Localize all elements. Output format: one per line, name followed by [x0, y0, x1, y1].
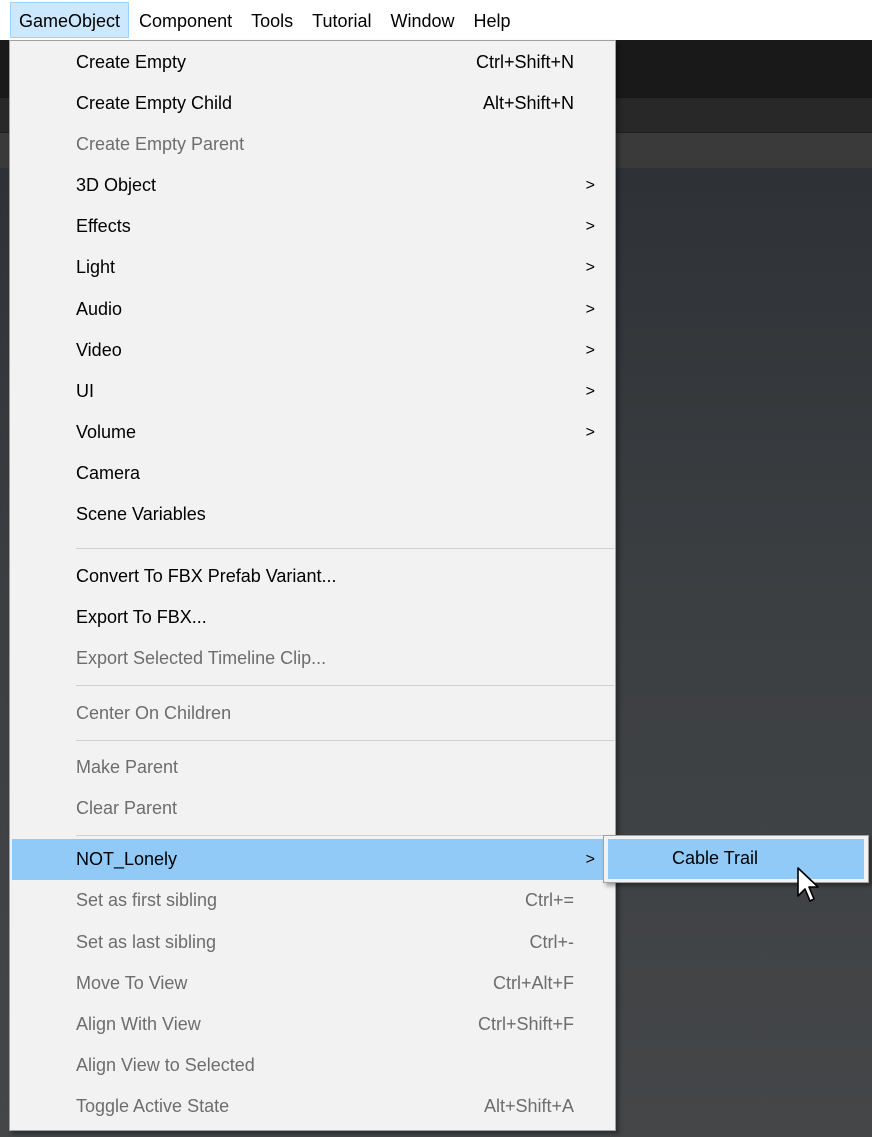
menu-item-scene-variables[interactable]: Scene Variables — [12, 494, 613, 535]
menu-item-not-lonely[interactable]: NOT_Lonely > — [12, 839, 613, 880]
menu-item-label: Align View to Selected — [76, 1055, 255, 1075]
menu-item-label: Move To View — [76, 973, 188, 993]
menu-item-label: Camera — [76, 463, 141, 483]
menu-item-light[interactable]: Light > — [12, 247, 613, 288]
menu-item-label: Export To FBX... — [76, 607, 207, 627]
menu-item-label: Create Empty Child — [76, 93, 233, 113]
menu-item-label: UI — [76, 381, 94, 401]
menu-item-label: Make Parent — [76, 757, 179, 777]
menu-item-label: NOT_Lonely — [76, 849, 178, 869]
chevron-right-icon: > — [585, 341, 595, 359]
menu-item-audio[interactable]: Audio > — [12, 289, 613, 330]
menu-item-set-first-sibling: Set as first sibling Ctrl+= — [12, 880, 613, 921]
menu-item-camera[interactable]: Camera — [12, 453, 613, 494]
menu-bar: GameObject Component Tools Tutorial Wind… — [0, 0, 872, 40]
menu-item-label: Cable Trail — [672, 848, 759, 868]
menu-item-label: Create Empty — [76, 52, 187, 72]
not-lonely-submenu: Cable Trail — [603, 835, 869, 883]
chevron-right-icon: > — [585, 850, 595, 868]
menu-gameobject[interactable]: GameObject — [10, 2, 130, 38]
menu-separator — [76, 685, 614, 686]
menu-item-label: Center On Children — [76, 703, 232, 723]
shortcut-text: Alt+Shift+A — [483, 1096, 574, 1116]
shortcut-text: Ctrl+= — [524, 890, 574, 910]
menu-window[interactable]: Window — [382, 2, 464, 38]
menu-item-label: 3D Object — [76, 175, 157, 195]
menu-item-ui[interactable]: UI > — [12, 371, 613, 412]
chevron-right-icon: > — [585, 217, 595, 235]
menu-item-label: Video — [76, 340, 122, 360]
menu-item-effects[interactable]: Effects > — [12, 206, 613, 247]
menu-item-label: Light — [76, 257, 116, 277]
menu-separator — [76, 835, 614, 836]
menu-item-create-empty-parent: Create Empty Parent — [12, 124, 613, 165]
menu-item-move-to-view: Move To View Ctrl+Alt+F — [12, 963, 613, 1004]
shortcut-text: Ctrl+Shift+N — [475, 52, 574, 72]
menu-item-volume[interactable]: Volume > — [12, 412, 613, 453]
shortcut-text: Ctrl+- — [529, 932, 575, 952]
menu-item-label: Toggle Active State — [76, 1096, 230, 1116]
menu-item-label: Convert To FBX Prefab Variant... — [76, 566, 337, 586]
menu-item-convert-fbx[interactable]: Convert To FBX Prefab Variant... — [12, 556, 613, 597]
menu-item-label: Set as last sibling — [76, 932, 217, 952]
menu-item-create-empty[interactable]: Create Empty Ctrl+Shift+N — [12, 42, 613, 83]
menu-item-create-empty-child[interactable]: Create Empty Child Alt+Shift+N — [12, 83, 613, 124]
menu-item-set-last-sibling: Set as last sibling Ctrl+- — [12, 922, 613, 963]
menu-item-label: Scene Variables — [76, 504, 206, 524]
menu-component[interactable]: Component — [130, 2, 241, 38]
chevron-right-icon: > — [585, 423, 595, 441]
menu-item-export-fbx[interactable]: Export To FBX... — [12, 597, 613, 638]
menu-item-align-with-view: Align With View Ctrl+Shift+F — [12, 1004, 613, 1045]
shortcut-text: Ctrl+Alt+F — [492, 973, 574, 993]
shortcut-text: Alt+Shift+N — [482, 93, 574, 113]
menu-item-clear-parent: Clear Parent — [12, 788, 613, 829]
shortcut-text: Ctrl+Shift+F — [477, 1014, 574, 1034]
menu-item-label: Export Selected Timeline Clip... — [76, 648, 327, 668]
menu-separator — [76, 548, 614, 549]
menu-item-label: Audio — [76, 299, 123, 319]
mouse-pointer-icon — [797, 867, 819, 902]
chevron-right-icon: > — [585, 300, 595, 318]
chevron-right-icon: > — [585, 258, 595, 276]
menu-item-toggle-active-state: Toggle Active State Alt+Shift+A — [12, 1086, 613, 1127]
menu-item-label: Effects — [76, 216, 131, 236]
menu-help[interactable]: Help — [465, 2, 520, 38]
chevron-right-icon: > — [585, 382, 595, 400]
menu-item-label: Set as first sibling — [76, 890, 218, 910]
gameobject-dropdown-menu: Create Empty Ctrl+Shift+N Create Empty C… — [9, 40, 616, 1131]
menu-item-label: Align With View — [76, 1014, 201, 1034]
menu-item-label: Create Empty Parent — [76, 134, 245, 154]
menu-item-label: Volume — [76, 422, 137, 442]
menu-tools[interactable]: Tools — [242, 2, 302, 38]
menu-item-cable-trail[interactable]: Cable Trail — [608, 839, 864, 879]
chevron-right-icon: > — [585, 176, 595, 194]
menu-item-align-view-to-selected: Align View to Selected — [12, 1045, 613, 1086]
menu-item-export-timeline-clip: Export Selected Timeline Clip... — [12, 638, 613, 679]
menu-tutorial[interactable]: Tutorial — [303, 2, 380, 38]
menu-item-label: Clear Parent — [76, 798, 178, 818]
menu-item-make-parent: Make Parent — [12, 747, 613, 788]
menu-item-center-on-children: Center On Children — [12, 693, 613, 734]
menu-item-video[interactable]: Video > — [12, 330, 613, 371]
menu-item-3d-object[interactable]: 3D Object > — [12, 165, 613, 206]
menu-separator — [76, 740, 614, 741]
